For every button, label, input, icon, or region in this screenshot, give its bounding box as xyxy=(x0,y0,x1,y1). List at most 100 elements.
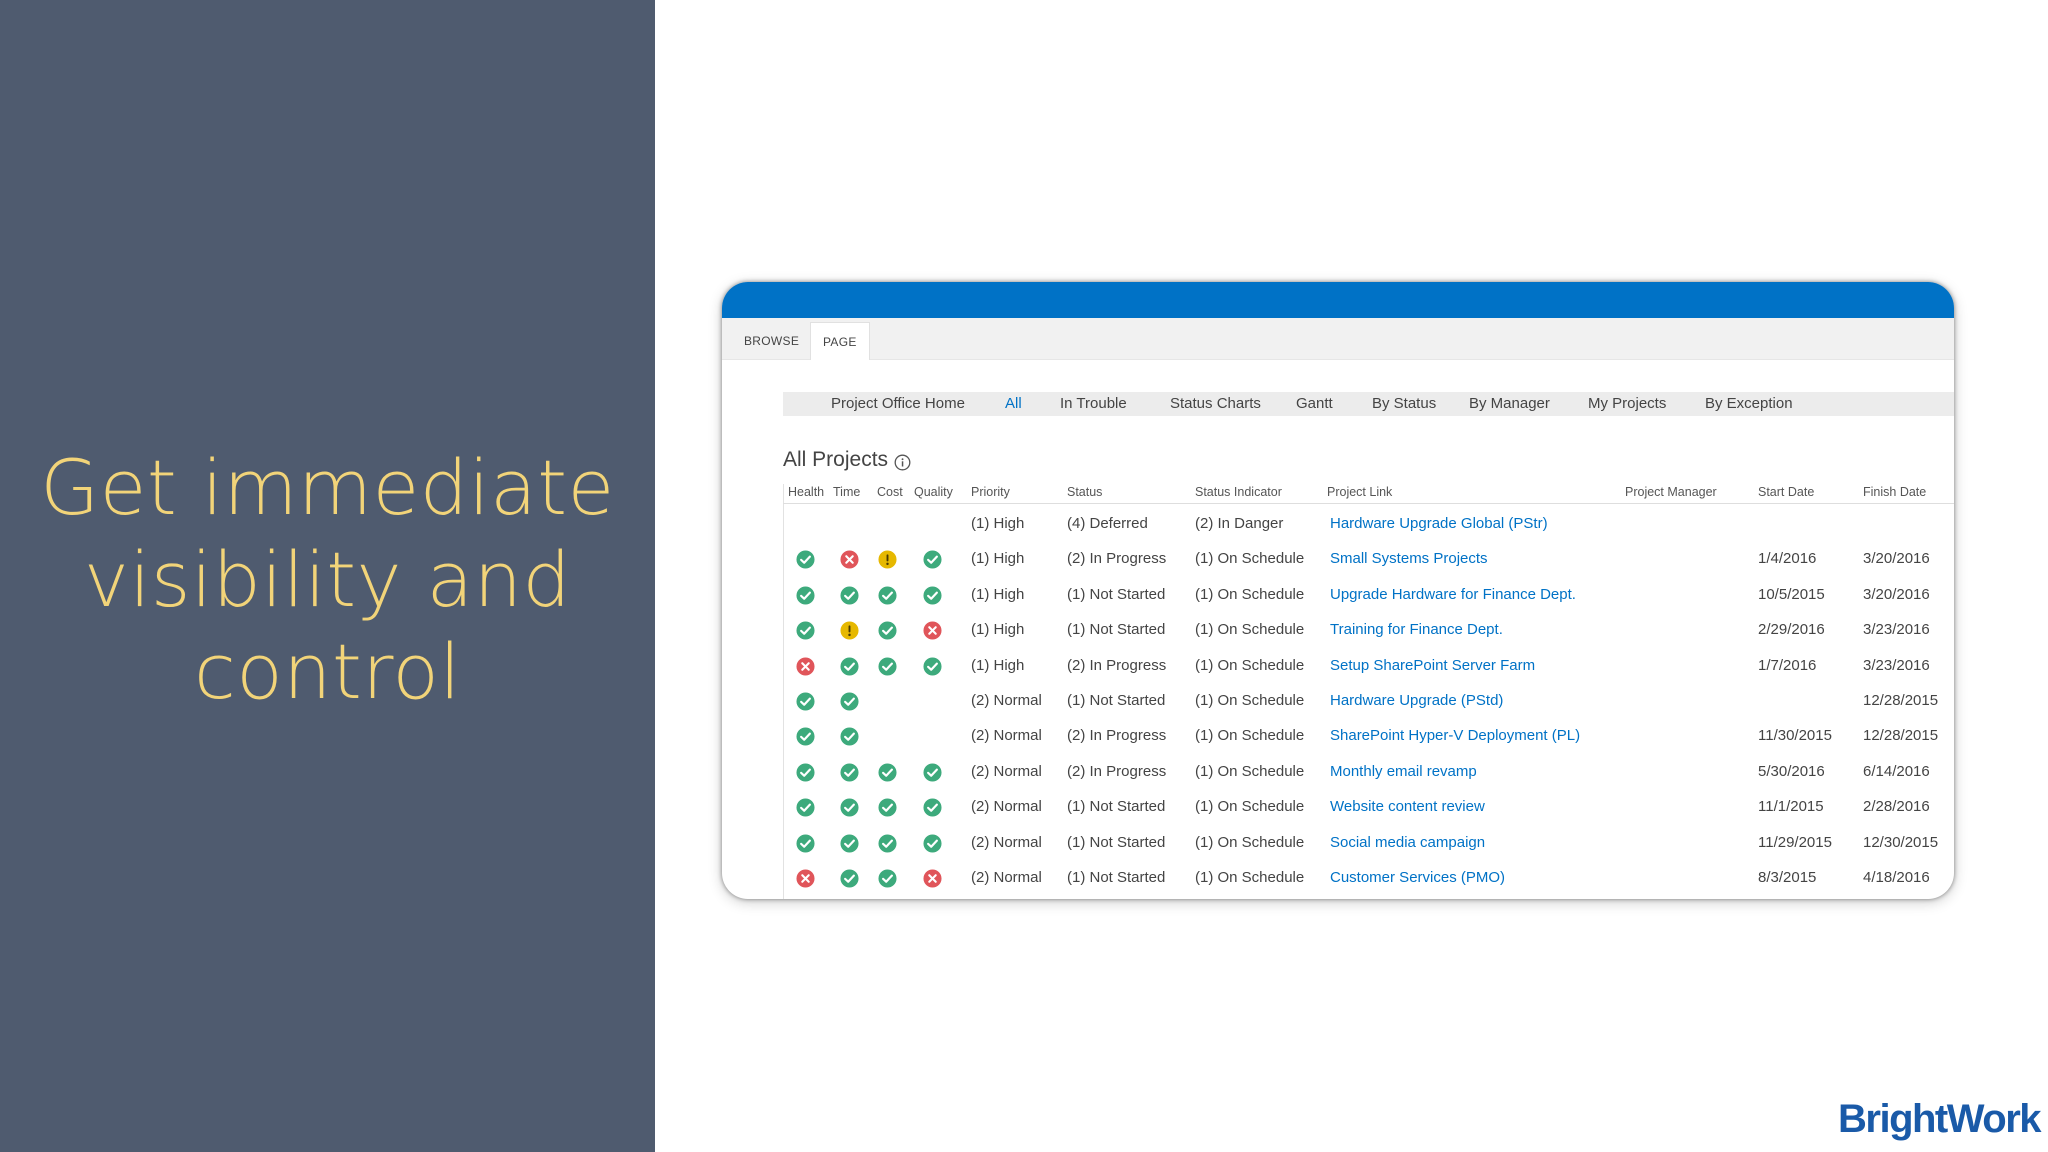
project-link[interactable]: Training for Finance Dept. xyxy=(1330,612,1503,648)
table-row[interactable]: (2) Normal (1) Not Started (1) On Schedule… xyxy=(783,683,1954,719)
finish-date-cell: 3/20/2016 xyxy=(1863,550,1930,568)
priority-cell: (2) Normal xyxy=(971,833,1042,851)
column-header-cost[interactable]: Cost xyxy=(877,484,903,500)
table-row[interactable]: (1) High (2) In Progress (1) On Schedule Sm… xyxy=(783,541,1954,577)
check-icon xyxy=(923,834,942,853)
table-row[interactable]: (1) High (2) In Progress (1) On Schedule Se… xyxy=(783,648,1954,684)
time-indicator xyxy=(840,541,860,577)
check-icon xyxy=(923,798,942,817)
health-indicator xyxy=(796,789,816,825)
time-indicator xyxy=(840,683,860,719)
priority-cell: (2) Normal xyxy=(971,798,1042,816)
column-header-health[interactable]: Health xyxy=(788,484,824,500)
tab-browse[interactable]: BROWSE xyxy=(732,322,811,360)
cost-indicator xyxy=(878,825,898,861)
error-x-icon xyxy=(796,869,815,888)
finish-date-cell: 2/28/2016 xyxy=(1863,798,1930,816)
table-row[interactable]: (2) Normal (1) Not Started (1) On Schedule… xyxy=(783,825,1954,861)
time-indicator xyxy=(840,718,860,754)
time-indicator xyxy=(840,577,860,613)
list-title: All Projects xyxy=(783,448,889,471)
warning-icon xyxy=(878,550,897,569)
nav-item-by-manager[interactable]: By Manager xyxy=(1469,392,1550,416)
project-link[interactable]: Website content review xyxy=(1330,789,1485,825)
nav-item-all[interactable]: All xyxy=(1005,392,1022,416)
project-link[interactable]: Monthly email revamp xyxy=(1330,754,1477,790)
project-link[interactable]: Upgrade Hardware for Finance Dept. xyxy=(1330,577,1576,613)
start-date-cell: 8/3/2015 xyxy=(1758,869,1817,886)
check-icon xyxy=(796,692,815,711)
tab-page[interactable]: PAGE xyxy=(810,322,870,360)
status-indicator-cell: (1) On Schedule xyxy=(1195,869,1305,886)
table-row[interactable]: (2) Normal (1) Not Started (1) On Schedule… xyxy=(783,860,1954,896)
time-indicator xyxy=(840,648,860,684)
health-indicator xyxy=(796,683,816,719)
cost-indicator xyxy=(878,541,898,577)
status-indicator-cell: (1) On Schedule xyxy=(1195,762,1305,780)
column-header-project-manager[interactable]: Project Manager xyxy=(1625,484,1717,500)
headline: Get immediate visibility and control xyxy=(0,442,655,718)
check-icon xyxy=(796,798,815,817)
quality-indicator xyxy=(923,789,943,825)
check-icon xyxy=(796,834,815,853)
time-indicator xyxy=(840,860,860,896)
column-header-time[interactable]: Time xyxy=(833,484,860,500)
column-header-start-date[interactable]: Start Date xyxy=(1758,484,1814,500)
table-row[interactable]: (1) High (4) Deferred (2) In Danger Hardwar… xyxy=(783,506,1954,542)
health-indicator xyxy=(796,860,816,896)
info-icon[interactable] xyxy=(894,454,911,471)
column-header-priority[interactable]: Priority xyxy=(971,484,1010,500)
column-header-quality[interactable]: Quality xyxy=(914,484,953,500)
column-header-project-link[interactable]: Project Link xyxy=(1327,484,1392,500)
table-row[interactable]: (2) Normal (1) Not Started (1) On Schedule… xyxy=(783,789,1954,825)
column-header-status[interactable]: Status xyxy=(1067,484,1102,500)
health-indicator xyxy=(796,612,816,648)
table-header: Health Time Cost Quality Priority Status… xyxy=(783,484,1954,504)
project-link[interactable]: Hardware Upgrade (PStd) xyxy=(1330,683,1503,719)
quality-indicator xyxy=(923,860,943,896)
project-link[interactable]: SharePoint Hyper-V Deployment (PL) xyxy=(1330,718,1580,754)
start-date-cell: 11/29/2015 xyxy=(1758,833,1832,851)
column-header-finish-date[interactable]: Finish Date xyxy=(1863,484,1926,500)
start-date-cell: 2/29/2016 xyxy=(1758,621,1825,639)
project-link[interactable]: Setup SharePoint Server Farm xyxy=(1330,648,1535,684)
cost-indicator xyxy=(878,789,898,825)
status-cell: (1) Not Started xyxy=(1067,833,1166,851)
status-cell: (1) Not Started xyxy=(1067,798,1166,816)
cost-indicator xyxy=(878,860,898,896)
table-row[interactable]: (1) High (1) Not Started (1) On Schedule Tr… xyxy=(783,612,1954,648)
table-row[interactable]: (1) High (1) Not Started (1) On Schedule Up… xyxy=(783,577,1954,613)
time-indicator xyxy=(840,789,860,825)
status-cell: (1) Not Started xyxy=(1067,585,1166,603)
start-date-cell: 11/1/2015 xyxy=(1758,798,1824,816)
quality-indicator xyxy=(923,577,943,613)
column-header-status-indicator[interactable]: Status Indicator xyxy=(1195,484,1282,500)
error-x-icon xyxy=(923,621,942,640)
table-row[interactable]: (2) Normal (2) In Progress (1) On Schedule… xyxy=(783,754,1954,790)
nav-item-project-office-home[interactable]: Project Office Home xyxy=(831,392,965,416)
check-icon xyxy=(840,869,859,888)
nav-item-by-exception[interactable]: By Exception xyxy=(1705,392,1793,416)
start-date-cell: 1/7/2016 xyxy=(1758,656,1817,674)
check-icon xyxy=(796,586,815,605)
nav-item-my-projects[interactable]: My Projects xyxy=(1588,392,1666,416)
check-icon xyxy=(878,798,897,817)
warning-icon xyxy=(840,621,859,640)
nav-item-gantt[interactable]: Gantt xyxy=(1296,392,1333,416)
project-link[interactable]: Customer Services (PMO) xyxy=(1330,860,1505,896)
check-icon xyxy=(923,657,942,676)
nav-item-status-charts[interactable]: Status Charts xyxy=(1170,392,1261,416)
check-icon xyxy=(840,692,859,711)
check-icon xyxy=(878,586,897,605)
headline-line-1: Get immediate xyxy=(40,443,615,532)
nav-item-by-status[interactable]: By Status xyxy=(1372,392,1436,416)
table-row[interactable]: (2) Normal (2) In Progress (1) On Schedule… xyxy=(783,718,1954,754)
health-indicator xyxy=(796,754,816,790)
project-link[interactable]: Small Systems Projects xyxy=(1330,541,1488,577)
check-icon xyxy=(923,550,942,569)
nav-item-in-trouble[interactable]: In Trouble xyxy=(1060,392,1127,416)
project-link[interactable]: Social media campaign xyxy=(1330,825,1485,861)
project-link[interactable]: Hardware Upgrade Global (PStr) xyxy=(1330,506,1548,542)
check-icon xyxy=(840,586,859,605)
status-cell: (1) Not Started xyxy=(1067,869,1166,886)
